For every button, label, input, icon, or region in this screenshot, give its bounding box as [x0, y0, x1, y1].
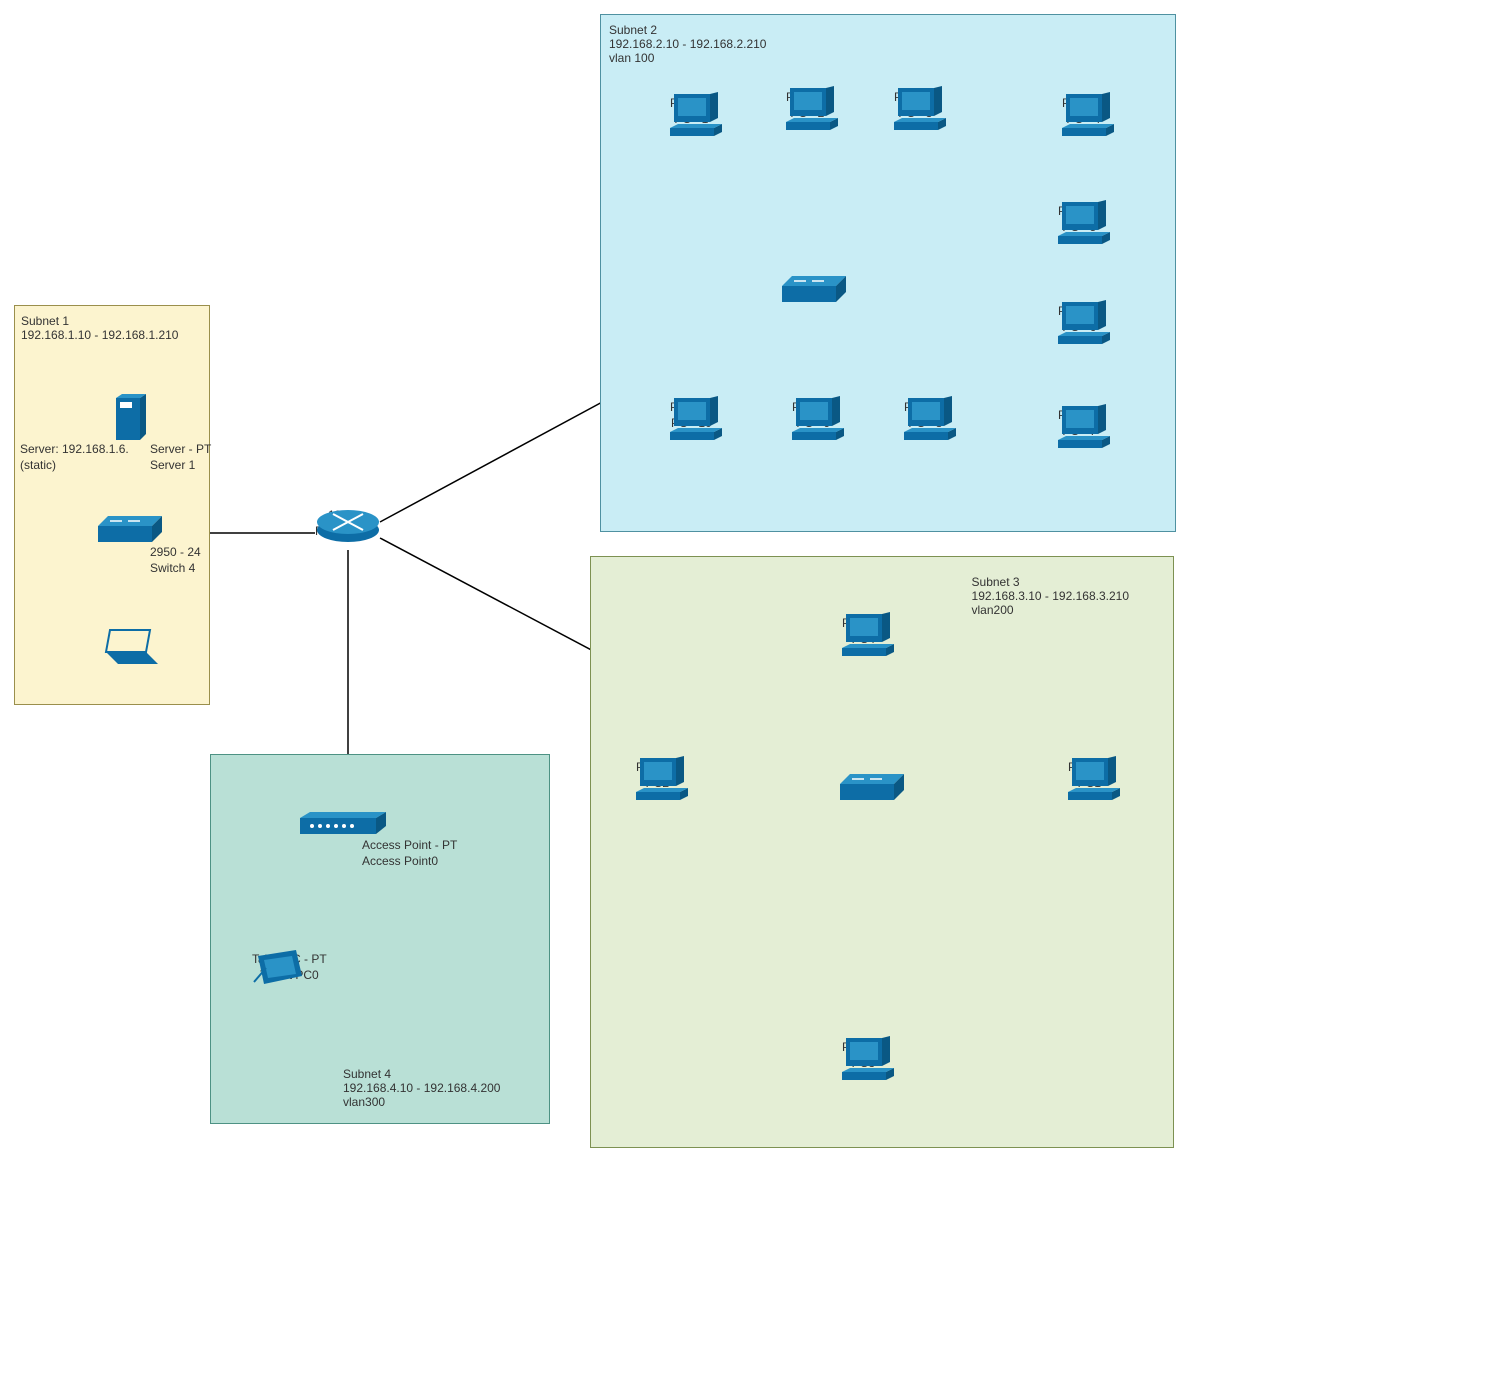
subnet4-range: 192.168.4.10 - 192.168.4.200	[343, 1081, 500, 1095]
tablet-node[interactable]: TabletPC - PT Tablet PC0	[252, 948, 327, 983]
subnet4-zone: Subnet 4 192.168.4.10 - 192.168.4.200 vl…	[210, 754, 550, 1124]
pc5-label1: PC - PT	[1058, 204, 1101, 220]
pc10-label2: PC - 10	[671, 416, 712, 432]
server-ip-text: Server: 192.168.1.6.	[20, 442, 129, 458]
subnet1-range: 192.168.1.10 - 192.168.1.210	[21, 328, 178, 342]
pc9-label2: PC - 9	[796, 416, 830, 432]
ap-l2: Access Point0	[362, 854, 457, 870]
s3pc3-l2: PC3	[852, 1056, 875, 1072]
subnet2-title-block: Subnet 2 192.168.2.10 - 192.168.2.210 vl…	[605, 19, 770, 69]
subnet1-switch-label: 2950 - 24 Switch 4	[150, 545, 201, 576]
pc7-label1: PC - PT	[1058, 408, 1101, 424]
pc2-label2: PC - 2	[790, 106, 824, 122]
pc3-label2: PC - 3	[898, 106, 932, 122]
pc1-label2: PC - 1	[674, 112, 708, 128]
pc-node-6[interactable]: PC - PT PC - 6	[1058, 300, 1101, 335]
pc3-label1: PC - PT	[894, 90, 937, 106]
router-label1: 1841	[328, 508, 355, 524]
subnet3-pc1[interactable]: PC - PT PC1	[1068, 756, 1111, 791]
server-label-side: Server - PT Server 1	[150, 442, 211, 473]
s3pc1-l2: PC1	[1078, 776, 1101, 792]
pc-node-2[interactable]: PC - PT PC - 2	[786, 86, 829, 121]
pc9-label1: PC - PT	[792, 400, 835, 416]
router-label2: Router 10	[315, 524, 368, 540]
pc7-label2: PC - 7	[1062, 424, 1096, 440]
s3pc2-l1: PC - PT	[636, 760, 679, 776]
tablet-l1: TabletPC - PT	[252, 952, 327, 968]
pc2-label1: PC - PT	[786, 90, 829, 106]
switch-label2: Switch 4	[150, 561, 201, 577]
s3pc4-l2: PC4	[852, 632, 875, 648]
pc-node-5[interactable]: PC - PT PC - 5	[1058, 200, 1101, 235]
pc6-label2: PC - 6	[1062, 320, 1096, 336]
pc5-label2: PC - 5	[1062, 220, 1096, 236]
pc1-label1: PC - PT	[670, 96, 713, 112]
subnet3-pc3[interactable]: PC - PT PC3	[842, 1036, 885, 1071]
pc-node-9[interactable]: PC - PT PC - 9	[792, 396, 835, 431]
router-node[interactable]: 1841 Router 10	[315, 504, 368, 539]
ap-label: Access Point - PT Access Point0	[362, 838, 457, 869]
ap-l1: Access Point - PT	[362, 838, 457, 854]
pc-node-7[interactable]: PC - PT PC - 7	[1058, 404, 1101, 439]
pc4-label2: PC - 4	[1066, 112, 1100, 128]
pc8-label1: PC - PT	[904, 400, 947, 416]
subnet3-range: 192.168.3.10 - 192.168.3.210	[972, 589, 1129, 603]
s3pc4-l1: PC - PT	[842, 616, 885, 632]
subnet2-vlan: vlan 100	[609, 51, 766, 65]
subnet3-title-block: Subnet 3 192.168.3.10 - 192.168.3.210 vl…	[968, 571, 1133, 621]
s3pc2-l2: PC2	[646, 776, 669, 792]
subnet1-zone: Subnet 1 192.168.1.10 - 192.168.1.210	[14, 305, 210, 705]
pc-node-8[interactable]: PC - PT PC - 8	[904, 396, 947, 431]
server-label2: Server 1	[150, 458, 211, 474]
subnet1-title-text: Subnet 1	[21, 314, 178, 328]
subnet3-title-text: Subnet 3	[972, 575, 1129, 589]
server-ip-label: Server: 192.168.1.6. (static)	[20, 442, 129, 473]
subnet4-vlan: vlan300	[343, 1095, 500, 1109]
tablet-l2: Tablet PC0	[260, 968, 319, 984]
server-label1: Server - PT	[150, 442, 211, 458]
subnet4-title-text: Subnet 4	[343, 1067, 500, 1081]
s3pc3-l1: PC - PT	[842, 1040, 885, 1056]
pc-node-1[interactable]: PC - PT PC - 1	[670, 92, 713, 127]
pc-node-4[interactable]: PC - PT PC - 4	[1062, 92, 1105, 127]
subnet1-title: Subnet 1 192.168.1.10 - 192.168.1.210	[17, 310, 182, 346]
server-ip-note: (static)	[20, 458, 129, 474]
subnet4-title-block: Subnet 4 192.168.4.10 - 192.168.4.200 vl…	[339, 1063, 504, 1113]
s3pc1-l1: PC - PT	[1068, 760, 1111, 776]
pc-node-10[interactable]: PC - PT PC - 10	[670, 396, 713, 431]
subnet3-vlan: vlan200	[972, 603, 1129, 617]
subnet2-title-text: Subnet 2	[609, 23, 766, 37]
subnet2-range: 192.168.2.10 - 192.168.2.210	[609, 37, 766, 51]
pc6-label1: PC - PT	[1058, 304, 1101, 320]
pc-node-3[interactable]: PC - PT PC - 3	[894, 86, 937, 121]
pc8-label2: PC - 8	[908, 416, 942, 432]
pc10-label1: PC - PT	[670, 400, 713, 416]
pc4-label1: PC - PT	[1062, 96, 1105, 112]
switch-label1: 2950 - 24	[150, 545, 201, 561]
subnet3-pc4[interactable]: PC - PT PC4	[842, 612, 885, 647]
subnet3-pc2[interactable]: PC - PT PC2	[636, 756, 679, 791]
